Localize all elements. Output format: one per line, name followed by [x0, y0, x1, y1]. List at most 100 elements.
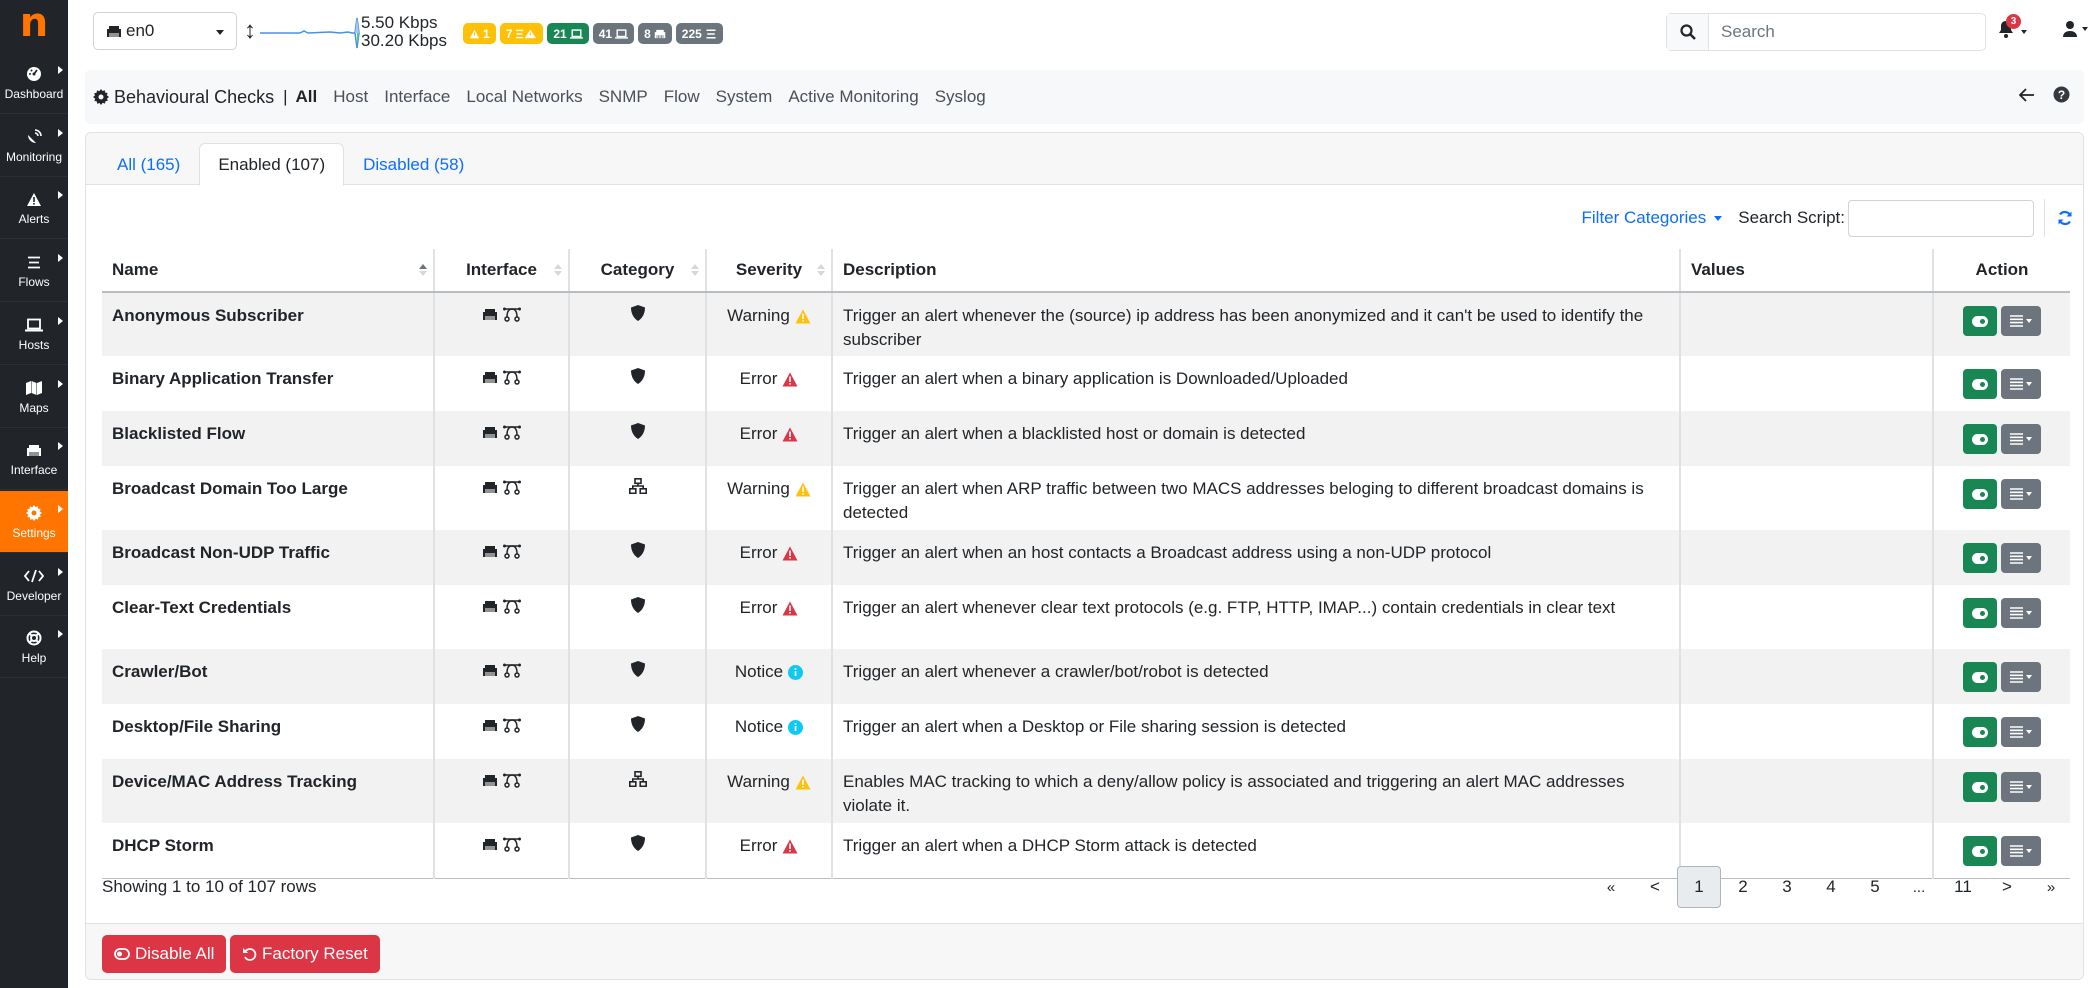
tab-enabled[interactable]: Enabled (107) — [199, 143, 345, 186]
check-description: Trigger an alert when a Desktop or File … — [832, 704, 1681, 759]
table-row[interactable]: Broadcast Non-UDP Traffic Error Trigger an… — [102, 530, 2070, 585]
column-header-category[interactable]: Category — [569, 249, 707, 293]
column-header-severity[interactable]: Severity — [706, 249, 833, 293]
ntopng-logo[interactable]: n — [0, 0, 68, 52]
check-options-button[interactable] — [2001, 479, 2041, 509]
filter-categories-dropdown[interactable]: Filter Categories — [1582, 208, 1723, 228]
page-4-button[interactable]: 4 — [1809, 866, 1853, 908]
sidebar-item-help[interactable]: Help — [0, 616, 68, 679]
list-icon — [2010, 726, 2023, 738]
toggle-check-button[interactable] — [1963, 369, 1997, 399]
table-row[interactable]: Device/MAC Address Tracking Warning Enable… — [102, 759, 2070, 823]
disable-all-button[interactable]: Disable All — [102, 935, 227, 973]
interface-select[interactable]: en0 — [93, 12, 237, 50]
table-row[interactable]: Clear-Text Credentials Error Trigger an al… — [102, 585, 2070, 649]
table-row[interactable]: Crawler/Bot Notice Trigger an alert whenev… — [102, 649, 2070, 704]
toggle-on-icon — [1972, 607, 1988, 619]
breadcrumb-link-interface[interactable]: Interface — [384, 87, 450, 107]
check-description: Trigger an alert when a blacklisted host… — [832, 411, 1681, 466]
traffic-sparkline[interactable] — [260, 14, 360, 50]
breadcrumb-link-snmp[interactable]: SNMP — [599, 87, 648, 107]
table-row[interactable]: Anonymous Subscriber Warning Trigger an al… — [102, 292, 2070, 356]
back-arrow-icon[interactable] — [2019, 87, 2035, 102]
breadcrumb-link-active-monitoring[interactable]: Active Monitoring — [788, 87, 918, 107]
check-severity: Warning — [706, 466, 833, 530]
toggle-check-button[interactable] — [1963, 479, 1997, 509]
column-header-name[interactable]: Name — [102, 249, 435, 293]
first-page-button[interactable]: « — [1589, 866, 1633, 908]
breadcrumb-link-syslog[interactable]: Syslog — [935, 87, 986, 107]
check-category — [569, 466, 707, 530]
help-icon[interactable]: ? — [2053, 86, 2070, 103]
breadcrumb-link-all[interactable]: All — [296, 87, 318, 107]
check-options-button[interactable] — [2001, 598, 2041, 628]
check-options-button[interactable] — [2001, 717, 2041, 747]
page-5-button[interactable]: 5 — [1853, 866, 1897, 908]
toggle-check-button[interactable] — [1963, 424, 1997, 454]
column-header-interface[interactable]: Interface — [434, 249, 570, 293]
table-row[interactable]: Desktop/File Sharing Notice Trigger an ale… — [102, 704, 2070, 759]
check-actions — [1933, 356, 2070, 411]
table-row[interactable]: Binary Application Transfer Error Trigger … — [102, 356, 2070, 411]
user-menu[interactable] — [2062, 20, 2088, 38]
sidebar-item-developer[interactable]: Developer — [0, 554, 68, 616]
search-input[interactable] — [1709, 14, 1985, 50]
toggle-check-button[interactable] — [1963, 836, 1997, 866]
toggle-check-button[interactable] — [1963, 662, 1997, 692]
toggle-check-button[interactable] — [1963, 598, 1997, 628]
sidebar-item-monitoring[interactable]: Monitoring — [0, 115, 68, 177]
check-values — [1680, 704, 1934, 759]
check-actions — [1933, 292, 2070, 356]
status-badge[interactable]: 7 — [499, 23, 544, 44]
table-row[interactable]: Blacklisted Flow Error Trigger an alert wh… — [102, 411, 2070, 466]
page-1-button[interactable]: 1 — [1677, 866, 1721, 908]
notifications-button[interactable]: 3 — [1998, 14, 2027, 43]
toggle-check-button[interactable] — [1963, 772, 1997, 802]
breadcrumb-link-system[interactable]: System — [716, 87, 773, 107]
page-2-button[interactable]: 2 — [1721, 866, 1765, 908]
check-options-button[interactable] — [2001, 306, 2041, 336]
chevron-down-icon — [2026, 492, 2032, 496]
sidebar-item-alerts[interactable]: Alerts — [0, 177, 68, 240]
check-options-button[interactable] — [2001, 424, 2041, 454]
network-icon — [628, 771, 647, 788]
next-page-button[interactable]: > — [1985, 866, 2029, 908]
breadcrumb-link-local-networks[interactable]: Local Networks — [466, 87, 582, 107]
toggle-check-button[interactable] — [1963, 543, 1997, 573]
search-script-input[interactable] — [1848, 199, 2034, 237]
previous-page-button[interactable]: < — [1633, 866, 1677, 908]
last-page-button[interactable]: » — [2029, 866, 2073, 908]
tab-all[interactable]: All (165) — [98, 143, 199, 186]
sidebar-item-hosts[interactable]: Hosts — [0, 303, 68, 365]
breadcrumb-link-host[interactable]: Host — [333, 87, 368, 107]
status-badge[interactable]: 8 — [638, 23, 672, 44]
check-options-button[interactable] — [2001, 836, 2041, 866]
sort-icon — [419, 264, 427, 276]
check-options-button[interactable] — [2001, 543, 2041, 573]
toggle-check-button[interactable] — [1963, 717, 1997, 747]
search-icon[interactable] — [1667, 14, 1709, 50]
sidebar-item-interface[interactable]: Interface — [0, 428, 68, 491]
check-values — [1680, 530, 1934, 585]
refresh-icon[interactable] — [2057, 210, 2073, 226]
check-options-button[interactable] — [2001, 369, 2041, 399]
tab-disabled[interactable]: Disabled (58) — [344, 143, 483, 186]
table-row[interactable]: Broadcast Domain Too Large Warning Trigger… — [102, 466, 2070, 530]
status-badge[interactable]: 21 — [547, 23, 589, 44]
sidebar-item-flows[interactable]: Flows — [0, 240, 68, 303]
check-options-button[interactable] — [2001, 772, 2041, 802]
status-badge[interactable]: 1 — [463, 23, 496, 44]
sidebar-item-dashboard[interactable]: Dashboard — [0, 52, 68, 114]
rows-summary: Showing 1 to 10 of 107 rows — [102, 877, 317, 896]
status-badge[interactable]: 225 — [675, 23, 723, 44]
status-badge[interactable]: 41 — [592, 23, 635, 44]
sidebar-item-settings[interactable]: Settings — [0, 490, 68, 553]
breadcrumb-link-flow[interactable]: Flow — [664, 87, 700, 107]
check-options-button[interactable] — [2001, 662, 2041, 692]
page-3-button[interactable]: 3 — [1765, 866, 1809, 908]
page-11-button[interactable]: 11 — [1941, 866, 1985, 908]
sidebar-item-maps[interactable]: Maps — [0, 366, 68, 428]
factory-reset-button[interactable]: Factory Reset — [230, 935, 380, 973]
toggle-check-button[interactable] — [1963, 306, 1997, 336]
ethernet-icon — [483, 720, 497, 731]
